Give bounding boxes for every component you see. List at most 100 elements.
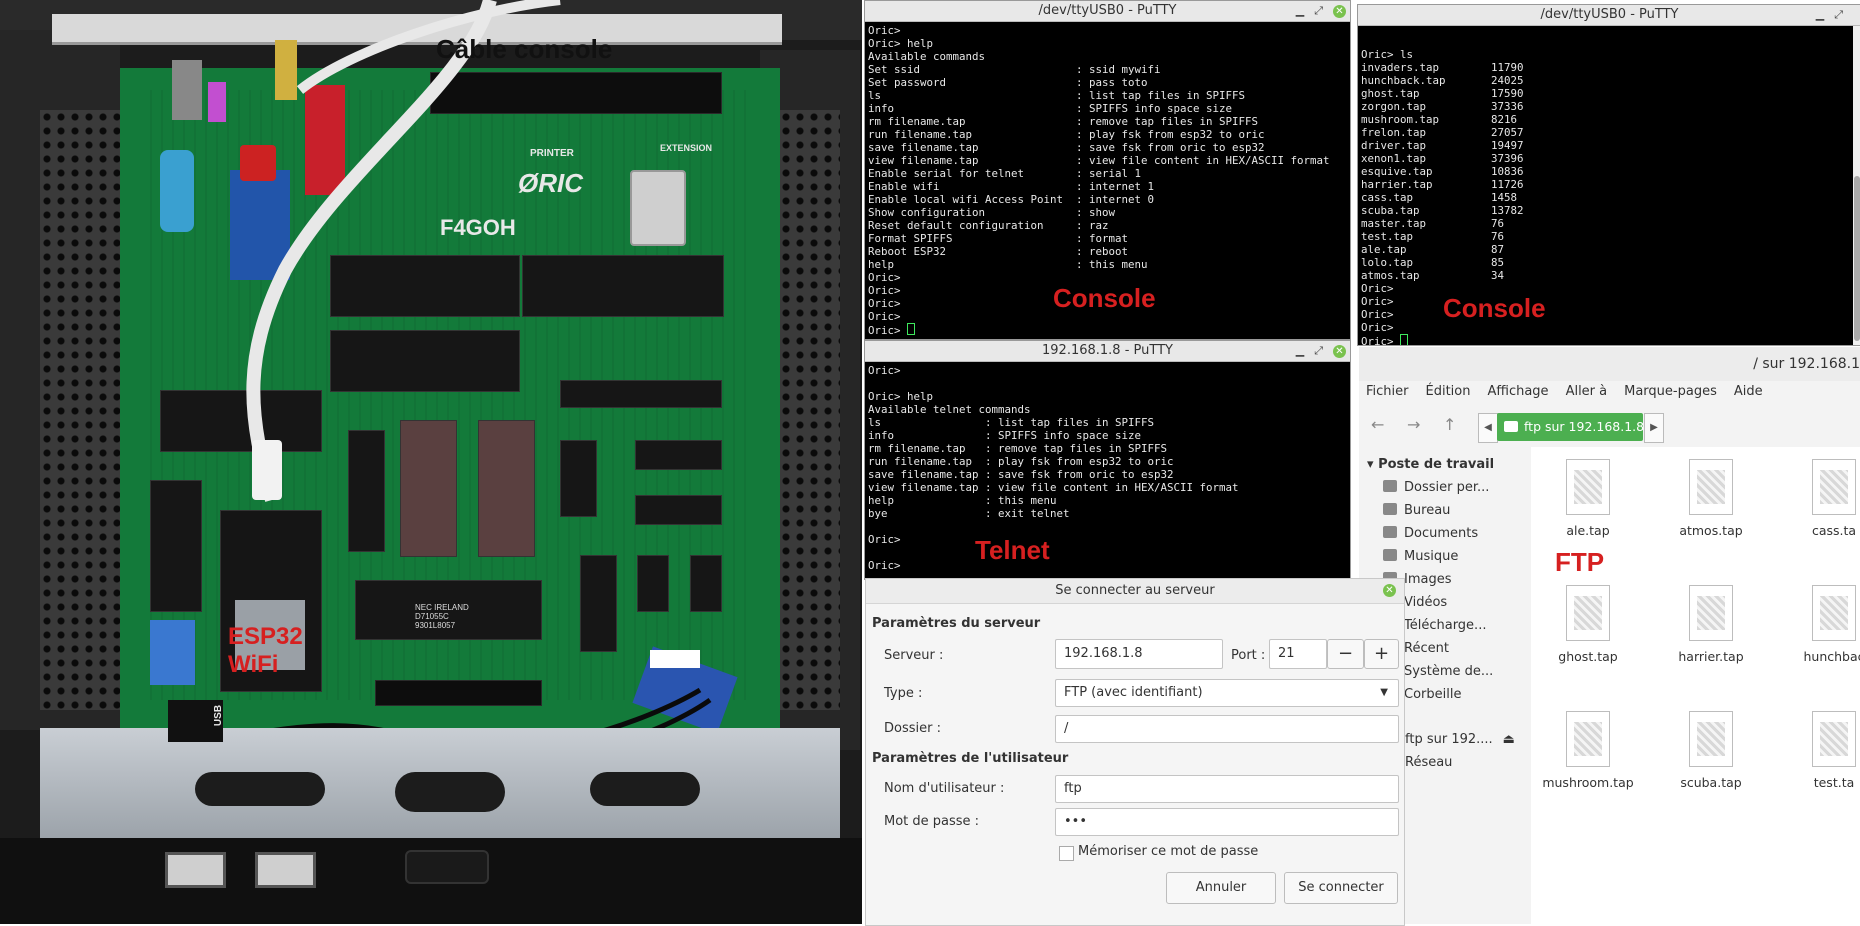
terminal-line: run filename.tap : play fsk from esp32 t… [868,455,1174,468]
menu-item[interactable]: Édition [1426,384,1471,399]
window-title: /dev/ttyUSB0 - PuTTY [1540,7,1679,22]
close-icon[interactable]: ✕ [1333,4,1346,18]
file-item[interactable]: scuba.tap [1651,711,1771,790]
location-label: ftp sur 192.168.1.8 [1524,419,1645,434]
terminal-prompt: Oric> [868,324,908,337]
location-button[interactable]: ftp sur 192.168.1.8 [1497,413,1645,441]
type-select[interactable]: FTP (avec identifiant) ▼ [1055,679,1399,707]
remember-password-checkbox[interactable] [1059,846,1074,861]
folder-input[interactable]: / [1055,715,1399,743]
password-input[interactable]: ••• [1055,808,1399,836]
port-input[interactable]: 21 [1269,639,1327,669]
putty-titlebar[interactable]: 192.168.1.8 - PuTTY ▁ ⤢ ✕ [865,341,1350,362]
sidebar-heading[interactable]: ▾ Poste de travail [1367,457,1494,472]
remember-password-label: Mémoriser ce mot de passe [1078,844,1259,859]
terminal-output[interactable]: Oric> Oric> help Available telnet command… [865,362,1350,572]
sidebar-item-label: Vidéos [1404,595,1448,610]
minimize-icon[interactable]: ▁ [1296,1,1304,21]
menu-item[interactable]: Aide [1734,384,1763,399]
sidebar-item-label: Système de... [1404,664,1494,679]
network-item[interactable]: Réseau [1405,755,1452,770]
putty-titlebar[interactable]: /dev/ttyUSB0 - PuTTY ▁ ⤢ ✕ [865,1,1350,22]
network-item[interactable]: ftp sur 192.... ⏏ [1405,732,1515,747]
fm-file-area[interactable]: ale.tap atmos.tap cass.ta ghost.tap harrier.… [1531,447,1860,924]
fm-menubar[interactable]: Fichier Édition Affichage Aller à Marque-pag… [1366,380,1780,399]
menu-item[interactable]: Fichier [1366,384,1409,399]
file-item[interactable]: ale.tap [1528,459,1648,538]
terminal-line: Oric> [1361,295,1394,308]
close-icon[interactable]: ✕ [1333,344,1346,358]
file-item[interactable]: atmos.tap [1651,459,1771,538]
sidebar-item[interactable]: Documents [1383,526,1478,541]
terminal-line: Reboot ESP32 : reboot [868,245,1129,258]
server-input[interactable]: 192.168.1.8 [1055,639,1223,669]
minimize-icon[interactable]: ▁ [1816,5,1824,25]
connect-button[interactable]: Se connecter [1284,872,1398,904]
port-increment-button[interactable]: + [1364,639,1399,669]
terminal-scrollbar[interactable] [1853,26,1860,345]
username-input[interactable]: ftp [1055,775,1399,803]
putty-window-console-left[interactable]: /dev/ttyUSB0 - PuTTY ▁ ⤢ ✕ Oric> Oric> he… [864,0,1351,340]
file-item[interactable]: hunchbac [1774,585,1860,664]
file-icon [1566,711,1610,767]
port-decrement-button[interactable]: − [1327,639,1364,669]
file-item[interactable]: ghost.tap [1528,585,1648,664]
forward-icon[interactable]: → [1407,415,1420,434]
sidebar-item-label: Musique [1404,549,1459,564]
terminal-line: rm filename.tap : remove tap files in SP… [868,115,1259,128]
front-usb-1 [165,852,226,888]
terminal-line: frelon.tap 27057 [1361,126,1524,139]
scrollbar-thumb[interactable] [1854,176,1860,341]
maximize-icon[interactable]: ⤢ [1834,5,1843,25]
file-manager-window[interactable]: / sur 192.168.1 Fichier Édition Affichage A… [1359,347,1860,924]
connect-server-dialog[interactable]: Se connecter au serveur ✕ Paramètres du … [865,578,1405,926]
place-icon [1383,480,1397,492]
terminal-output[interactable]: Oric> ls invaders.tap 11790 hunchback.tap … [1358,26,1860,345]
close-icon[interactable]: ✕ [1383,584,1396,597]
file-name: test.ta [1813,775,1855,790]
username-label: Nom d'utilisateur : [884,781,1005,796]
putty-window-console-right[interactable]: /dev/ttyUSB0 - PuTTY ▁ ⤢ Oric> ls invader… [1357,4,1860,346]
bracket-hole-2 [395,772,505,812]
terminal-line: Set ssid : ssid mywifi [868,63,1161,76]
place-icon [1383,503,1397,515]
place-icon [1383,549,1397,561]
terminal-line: Format SPIFFS : format [868,232,1129,245]
terminal-line: scuba.tap 13782 [1361,204,1524,217]
putty-window-telnet[interactable]: 192.168.1.8 - PuTTY ▁ ⤢ ✕ Oric> Oric> he… [864,340,1351,580]
file-item[interactable]: harrier.tap [1651,585,1771,664]
window-title: /dev/ttyUSB0 - PuTTY [1038,3,1177,18]
terminal-line: ale.tap 87 [1361,243,1505,256]
silk-usb: USB [213,704,225,727]
minimize-icon[interactable]: ▁ [1296,341,1304,361]
terminal-line: save filename.tap : save fsk from oric t… [868,141,1265,154]
path-right-arrow-icon[interactable]: ▶ [1644,413,1664,443]
dialog-titlebar[interactable]: Se connecter au serveur ✕ [866,579,1404,604]
menu-item[interactable]: Affichage [1487,384,1548,399]
terminal-line: save filename.tap : save fsk from oric t… [868,468,1174,481]
back-icon[interactable]: ← [1371,415,1384,434]
sidebar-item[interactable]: Dossier per... [1383,480,1489,495]
file-item[interactable]: cass.ta [1774,459,1860,538]
putty-titlebar[interactable]: /dev/ttyUSB0 - PuTTY ▁ ⤢ [1358,5,1860,26]
terminal-line: Oric> [1361,308,1394,321]
sidebar-item-label: Documents [1404,526,1479,541]
terminal-line: Oric> [1361,321,1394,334]
sidebar-item[interactable]: Musique [1383,549,1458,564]
terminal-line: Enable wifi : internet 1 [868,180,1155,193]
menu-item[interactable]: Marque-pages [1624,384,1717,399]
maximize-icon[interactable]: ⤢ [1314,1,1323,21]
path-left-arrow-icon[interactable]: ◀ [1478,413,1498,443]
dialog-title: Se connecter au serveur [1055,583,1215,598]
menu-item[interactable]: Aller à [1566,384,1608,399]
eject-icon[interactable]: ⏏ [1503,732,1515,747]
terminal-cursor [1400,334,1409,345]
terminal-line: Enable local wifi Access Point : interne… [868,193,1155,206]
fm-titlebar[interactable]: / sur 192.168.1 [1359,347,1860,381]
file-item[interactable]: test.ta [1774,711,1860,790]
sidebar-item[interactable]: Bureau [1383,503,1450,518]
maximize-icon[interactable]: ⤢ [1314,341,1323,361]
file-item[interactable]: mushroom.tap [1528,711,1648,790]
up-icon[interactable]: ↑ [1443,415,1456,434]
cancel-button[interactable]: Annuler [1166,872,1276,904]
